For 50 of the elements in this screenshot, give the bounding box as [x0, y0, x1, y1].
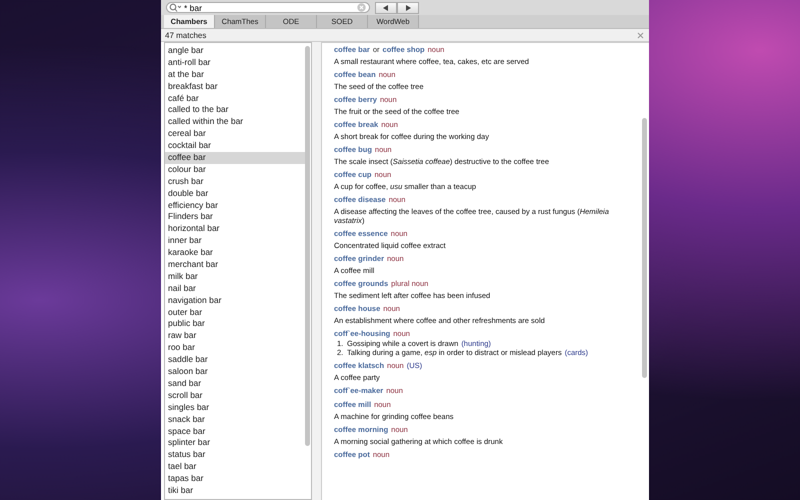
result-item[interactable]: colour bar	[165, 164, 305, 176]
result-item[interactable]: coffee bar	[165, 152, 305, 164]
result-item[interactable]: Flinders bar	[165, 211, 305, 224]
match-count: 47 matches	[165, 30, 206, 40]
result-item[interactable]: café bar	[165, 92, 305, 104]
result-item[interactable]: called within the bar	[165, 116, 305, 128]
result-item[interactable]: karaoke bar	[165, 247, 305, 260]
right-triangle-icon	[405, 4, 411, 10]
result-item[interactable]: inner bar	[165, 235, 305, 248]
result-item[interactable]: crush bar	[165, 176, 305, 188]
result-item[interactable]: cereal bar	[165, 128, 305, 140]
forward-button[interactable]	[397, 2, 419, 14]
close-icon[interactable]	[637, 32, 644, 38]
result-item[interactable]: status bar	[165, 449, 305, 462]
result-item[interactable]: scroll bar	[165, 390, 305, 402]
result-item[interactable]: tael bar	[165, 461, 305, 474]
left-triangle-icon	[383, 4, 389, 10]
result-item[interactable]: singles bar	[165, 402, 305, 414]
result-item[interactable]: anti-roll bar	[165, 56, 305, 69]
result-item[interactable]: efficiency bar	[165, 200, 305, 212]
back-button[interactable]	[375, 2, 397, 14]
result-item[interactable]: saddle bar	[165, 354, 305, 366]
result-item[interactable]: raw bar	[165, 330, 305, 342]
scrollbar[interactable]	[642, 118, 647, 378]
split-handle[interactable]	[312, 42, 322, 500]
result-item[interactable]: space bar	[165, 426, 305, 438]
result-item[interactable]: snack bar	[165, 414, 305, 426]
result-item[interactable]: horizontal bar	[165, 223, 305, 236]
result-item[interactable]: tapas bar	[165, 473, 305, 485]
result-item[interactable]: tiki bar	[165, 484, 305, 497]
search-icon	[169, 3, 181, 12]
result-item[interactable]: angle bar	[165, 45, 305, 57]
result-item[interactable]: breakfast bar	[165, 80, 305, 93]
result-item[interactable]: milk bar	[165, 270, 305, 283]
result-item[interactable]: public bar	[165, 318, 305, 330]
result-item[interactable]: outer bar	[165, 306, 305, 318]
clear-icon[interactable]	[357, 3, 366, 12]
result-item[interactable]: at the bar	[165, 68, 305, 81]
result-item[interactable]: cocktail bar	[165, 140, 305, 152]
result-item[interactable]: sand bar	[165, 378, 305, 390]
search-field[interactable]: * bar	[166, 2, 370, 13]
result-item[interactable]: navigation bar	[165, 294, 305, 307]
result-item[interactable]: nail bar	[165, 282, 305, 295]
result-item[interactable]: splinter bar	[165, 437, 305, 450]
result-item[interactable]: saloon bar	[165, 366, 305, 378]
scrollbar[interactable]	[305, 46, 310, 446]
result-item[interactable]: merchant bar	[165, 259, 305, 271]
result-item[interactable]: double bar	[165, 188, 305, 200]
result-item[interactable]: roo bar	[165, 342, 305, 354]
result-item[interactable]: called to the bar	[165, 104, 305, 116]
